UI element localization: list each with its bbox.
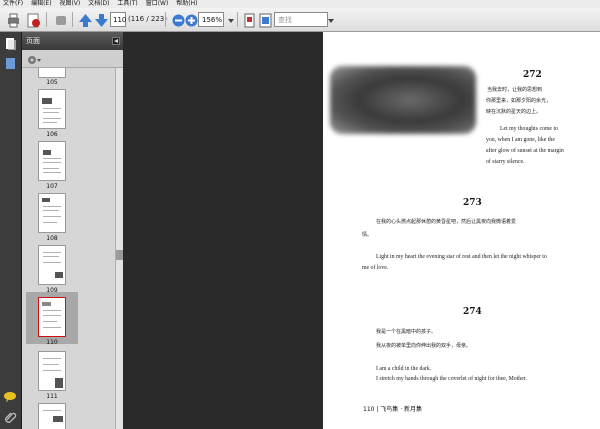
comments-panel-button[interactable] [3, 390, 18, 405]
thumbnail-label: 107 [46, 183, 58, 190]
previous-page-button[interactable] [76, 11, 93, 28]
print-button[interactable] [4, 11, 21, 28]
menu-tools[interactable]: 工具(T) [114, 0, 140, 8]
create-pdf-button[interactable] [24, 11, 41, 28]
paperclip-icon [5, 412, 17, 423]
search-input[interactable]: 查找 [274, 12, 328, 27]
panel-title: 页面 [26, 37, 40, 45]
comment-icon [4, 392, 16, 403]
cn-line: 情。 [362, 232, 373, 238]
menu-document[interactable]: 文档(D) [85, 0, 112, 8]
panel-options [22, 50, 123, 68]
page-thumbnail-selected[interactable] [38, 297, 66, 337]
thumbnail-label: 106 [46, 131, 58, 138]
en-line: Light in my heart the evening star of re… [376, 254, 547, 260]
printer-icon [8, 13, 19, 28]
page-thumbnail[interactable] [38, 141, 66, 181]
menu-file[interactable]: 文件(F) [0, 0, 26, 8]
cn-line: 你那里来，如那夕阳的余光， [486, 98, 552, 104]
workspace-background [123, 32, 323, 429]
thumbnail-label: 111 [46, 393, 58, 400]
page-thumbnail[interactable] [38, 351, 66, 391]
chevron-down-icon [328, 19, 334, 23]
navigation-strip [0, 32, 22, 429]
menu-edit[interactable]: 编辑(E) [28, 0, 54, 8]
page-footer: 110 | 飞鸟集 · 新月集 [363, 406, 423, 413]
panel-header: 页面 [22, 32, 123, 50]
attachments-panel-button[interactable] [3, 410, 18, 425]
document-page: 272 当我去时，让我的思想到 你那里来，如那夕阳的余光， 映在沉默的星天的边上… [323, 32, 600, 429]
hand-icon [56, 16, 66, 25]
page-number-input[interactable]: 110 [110, 12, 126, 27]
page-thumbnail[interactable] [38, 245, 66, 285]
cn-line: 我是一个在黑暗中的孩子。 [376, 329, 437, 335]
section-number: 272 [523, 70, 542, 80]
close-panel-button[interactable] [112, 37, 120, 45]
en-line: of starry silence. [486, 159, 525, 165]
scrollbar-thumb[interactable] [116, 250, 123, 260]
en-line: I stretch my hands through the coverlet … [376, 376, 527, 382]
menu-window[interactable]: 窗口(W) [143, 0, 172, 8]
zoom-level-field[interactable]: 156% [198, 12, 224, 27]
en-line: Let my thoughts come to [500, 126, 558, 132]
menu-bar: 文件(F) 编辑(E) 视图(V) 文档(D) 工具(T) 窗口(W) 帮助(H… [0, 0, 600, 8]
fit-page-button[interactable] [240, 11, 257, 28]
bookmarks-panel-button[interactable] [3, 56, 18, 71]
options-button[interactable] [26, 52, 42, 66]
gear-icon [28, 56, 41, 64]
arrow-down-icon [95, 14, 108, 27]
menu-help[interactable]: 帮助(H) [173, 0, 200, 8]
hand-tool-button[interactable] [51, 11, 68, 28]
bookmarks-icon [6, 58, 15, 69]
en-line: after glow of sunset at the margin [486, 148, 564, 154]
page-total: (116 / 223) [128, 15, 167, 23]
page-thumbnail[interactable] [38, 193, 66, 233]
pages-icon [6, 38, 16, 50]
page-thumbnails: 105 106 107 108 109 110 111 [22, 68, 115, 429]
pages-panel-button[interactable] [3, 36, 18, 51]
fit-width-icon [259, 13, 272, 28]
next-page-button[interactable] [92, 11, 109, 28]
panel-scrollbar[interactable] [115, 68, 123, 429]
zoom-in-button[interactable] [182, 11, 199, 28]
cn-line: 我从夜的被单里向你伸出我的双手，母亲。 [376, 343, 472, 349]
menu-view[interactable]: 视图(V) [56, 0, 83, 8]
page-thumbnail[interactable] [38, 89, 66, 129]
en-line: I am a child in the dark. [376, 366, 432, 372]
page-thumbnail[interactable] [38, 403, 66, 429]
thumbnail-label: 110 [46, 339, 58, 346]
close-icon [114, 39, 118, 43]
thumbnail-label: 108 [46, 235, 58, 242]
pages-panel: 页面 105 106 107 108 109 110 111 [22, 32, 123, 429]
section-number: 273 [463, 198, 482, 208]
cn-line: 当我去时，让我的思想到 [487, 87, 543, 93]
thumbnail-label: 105 [46, 79, 58, 86]
page-thumbnail[interactable] [38, 68, 66, 78]
acrobat-icon [27, 13, 40, 28]
toolbar: 110 (116 / 223) 156% 查找 [0, 8, 600, 32]
cn-line: 映在沉默的星天的边上。 [486, 109, 542, 115]
zoom-dropdown[interactable] [225, 11, 235, 28]
page-illustration [330, 66, 476, 134]
section-number: 274 [463, 307, 482, 317]
en-line: me of love. [362, 265, 389, 271]
fit-width-button[interactable] [256, 11, 273, 28]
chevron-down-icon [228, 19, 234, 23]
en-line: you, when I am gone, like the [486, 137, 555, 143]
search-dropdown[interactable] [326, 11, 334, 28]
cn-line: 在我的心头燃点起那休憩的黄昏星吧，然后让黑夜向我微语着爱 [376, 219, 517, 225]
